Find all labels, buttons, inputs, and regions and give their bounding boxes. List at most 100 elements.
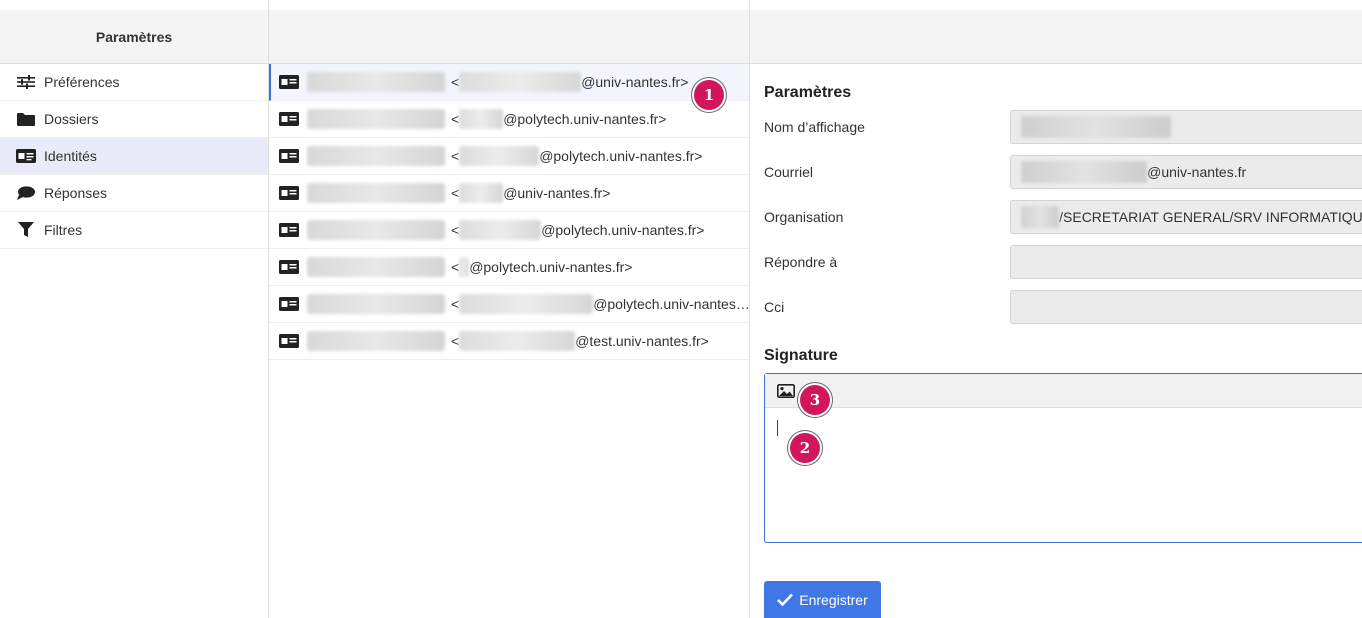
sidebar-item-responses[interactable]: Réponses xyxy=(0,175,268,212)
form-row-reply-to: Répondre à xyxy=(764,239,1362,284)
identity-email-open: < xyxy=(451,222,460,238)
sidebar-item-label: Identités xyxy=(44,148,97,164)
id-card-icon xyxy=(279,297,299,311)
identity-email-redacted xyxy=(459,109,504,129)
organization-value: /SECRETARIAT GENERAL/SRV INFORMATIQUE xyxy=(1059,208,1362,225)
sidebar-item-preferences[interactable]: Préférences xyxy=(0,64,268,101)
email-value: @univ-nantes.fr xyxy=(1147,163,1247,180)
display-name-field[interactable] xyxy=(1010,109,1362,144)
identity-email-open: < xyxy=(451,148,460,164)
folder-icon xyxy=(16,111,36,127)
sidebar-item-label: Dossiers xyxy=(44,111,99,127)
identity-row[interactable]: < @test.univ-nantes.fr> xyxy=(269,323,749,360)
sliders-icon xyxy=(16,74,36,90)
identity-row[interactable]: < @polytech.univ-nantes.fr> xyxy=(269,249,749,286)
identity-email-open: < xyxy=(451,296,460,312)
image-icon[interactable] xyxy=(777,383,795,398)
identity-email-open: < xyxy=(451,259,460,275)
identity-email-domain: @test.univ-nantes.fr> xyxy=(575,333,709,349)
sidebar-item-folders[interactable]: Dossiers xyxy=(0,101,268,138)
id-card-icon xyxy=(279,260,299,274)
id-card-icon xyxy=(279,223,299,237)
callout-badge-2: 2 xyxy=(790,433,820,463)
identity-row[interactable]: < @univ-nantes.fr> xyxy=(269,64,749,101)
settings-nav: Préférences Dossiers Identités Réponses … xyxy=(0,64,268,249)
settings-title: Paramètres xyxy=(95,28,173,45)
identity-email-open: < xyxy=(451,333,460,349)
identity-email-redacted xyxy=(459,146,540,166)
identity-email-domain: @polytech.univ-nantes.fr> xyxy=(541,222,705,238)
organization-field[interactable]: /SECRETARIAT GENERAL/SRV INFORMATIQUE xyxy=(1010,199,1362,234)
sidebar-item-filters[interactable]: Filtres xyxy=(0,212,268,249)
form-row-email: Courriel @univ-nantes.fr xyxy=(764,149,1362,194)
identities-panel: < @univ-nantes.fr> < @polytech.univ-nant… xyxy=(269,0,750,618)
comment-icon xyxy=(16,185,36,201)
identity-name-redacted xyxy=(307,146,445,166)
save-button-label: Enregistrer xyxy=(799,591,868,608)
identity-name-redacted xyxy=(307,183,445,203)
sidebar-item-label: Préférences xyxy=(44,74,120,90)
signature-textarea[interactable] xyxy=(765,408,1362,542)
identities-list: < @univ-nantes.fr> < @polytech.univ-nant… xyxy=(269,64,749,360)
id-card-icon xyxy=(279,186,299,200)
settings-sidebar: Paramètres Préférences Dossiers Identité… xyxy=(0,0,269,618)
identity-name-redacted xyxy=(307,109,445,129)
signature-toolbar xyxy=(765,374,1362,408)
identity-email-domain: @polytech.univ-nantes.fr> xyxy=(503,111,667,127)
identity-email-domain: @univ-nantes.fr> xyxy=(503,185,611,201)
identity-row[interactable]: < @polytech.univ-nantes.fr> xyxy=(269,138,749,175)
id-card-icon xyxy=(279,75,299,89)
bcc-label: Cci xyxy=(764,298,785,315)
email-label: Courriel xyxy=(764,163,814,180)
identity-email-redacted xyxy=(459,294,594,314)
callout-badge-3: 3 xyxy=(800,385,830,415)
identity-name-redacted xyxy=(307,331,445,351)
id-card-icon xyxy=(279,149,299,163)
form-row-bcc: Cci xyxy=(764,284,1362,329)
identity-email-redacted xyxy=(459,331,576,351)
identity-name-redacted xyxy=(307,257,445,277)
form-header xyxy=(750,10,1362,64)
section-title-parameters: Paramètres xyxy=(764,84,852,101)
save-button[interactable]: Enregistrer xyxy=(764,581,881,618)
identity-email-redacted xyxy=(459,257,470,277)
sidebar-item-label: Filtres xyxy=(44,222,83,238)
id-card-icon xyxy=(16,148,36,164)
display-name-label: Nom d’affichage xyxy=(764,118,865,135)
email-redacted xyxy=(1021,160,1148,183)
sidebar-item-label: Réponses xyxy=(44,185,108,201)
identity-email-open: < xyxy=(451,74,460,90)
identity-name-redacted xyxy=(307,72,445,92)
identity-row[interactable]: < @polytech.univ-nantes.fr> xyxy=(269,101,749,138)
email-field[interactable]: @univ-nantes.fr xyxy=(1010,154,1362,189)
sidebar-item-identities[interactable]: Identités xyxy=(0,138,268,175)
callout-badge-1: 1 xyxy=(694,80,724,110)
organization-label: Organisation xyxy=(764,208,844,225)
identity-form-panel: Paramètres Nom d’affichage Courriel @uni… xyxy=(750,0,1362,618)
form-row-organization: Organisation /SECRETARIAT GENERAL/SRV IN… xyxy=(764,194,1362,239)
bcc-field[interactable] xyxy=(1010,289,1362,324)
form-row-display-name: Nom d’affichage xyxy=(764,104,1362,149)
identity-email-domain: @polytech.univ-nantes.fr> xyxy=(539,148,703,164)
id-card-icon xyxy=(279,334,299,348)
identity-email-open: < xyxy=(451,185,460,201)
identity-email-redacted xyxy=(459,72,582,92)
identity-row[interactable]: < @univ-nantes.fr> xyxy=(269,175,749,212)
organization-redacted xyxy=(1021,205,1060,228)
section-title-signature: Signature xyxy=(764,347,838,364)
display-name-redacted xyxy=(1021,115,1172,138)
settings-header: Paramètres xyxy=(0,10,268,64)
identity-email-domain: @polytech.univ-nantes… xyxy=(593,296,749,312)
identity-row[interactable]: < @polytech.univ-nantes… xyxy=(269,286,749,323)
identity-email-open: < xyxy=(451,111,460,127)
identity-name-redacted xyxy=(307,220,445,240)
identity-row[interactable]: < @polytech.univ-nantes.fr> xyxy=(269,212,749,249)
identity-email-redacted xyxy=(459,220,542,240)
text-caret xyxy=(777,420,778,436)
check-icon xyxy=(777,593,794,606)
identity-form: Paramètres Nom d’affichage Courriel @uni… xyxy=(750,64,1362,543)
reply-to-field[interactable] xyxy=(1010,244,1362,279)
filter-icon xyxy=(16,222,36,238)
identity-email-domain: @univ-nantes.fr> xyxy=(581,74,689,90)
reply-to-label: Répondre à xyxy=(764,253,838,270)
